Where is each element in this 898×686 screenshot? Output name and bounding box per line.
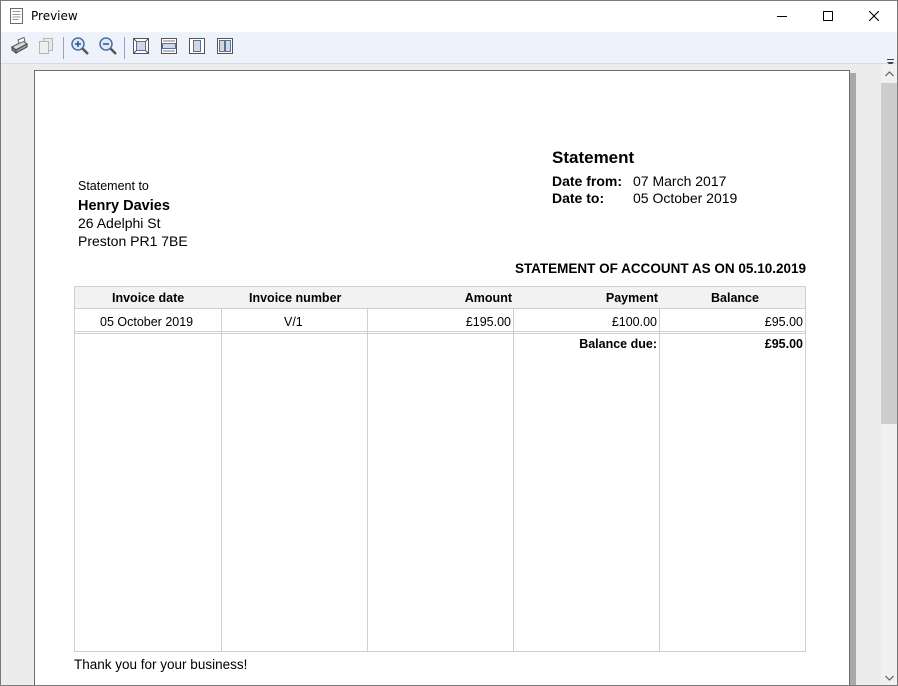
toolbar-separator <box>124 37 125 59</box>
title-bar: Preview <box>1 1 897 32</box>
vertical-scrollbar[interactable] <box>881 64 897 686</box>
cell-amount: £195.00 <box>465 315 511 329</box>
zoom-out-button[interactable] <box>97 36 119 61</box>
copy-icon <box>37 37 55 60</box>
single-page-button[interactable] <box>186 37 208 59</box>
window-title: Preview <box>31 9 78 23</box>
fit-page-width-button[interactable] <box>158 37 180 59</box>
cell-balance: £95.00 <box>764 315 803 329</box>
scrollbar-thumb[interactable] <box>881 83 897 424</box>
column-header-balance: Balance <box>711 291 759 305</box>
zoom-in-button[interactable] <box>69 36 91 61</box>
print-button[interactable] <box>8 36 30 60</box>
chevron-down-icon <box>885 668 894 686</box>
cell-payment: £100.00 <box>611 315 657 329</box>
row-divider <box>75 331 805 332</box>
table-header: Invoice date Invoice number Amount Payme… <box>75 287 805 309</box>
minimize-icon <box>777 8 787 26</box>
customer-address-line2: Preston PR1 7BE <box>78 233 188 249</box>
column-divider <box>513 309 514 651</box>
statement-to-label: Statement to <box>78 179 149 193</box>
zoom-in-icon <box>70 36 90 61</box>
row-divider <box>75 333 805 334</box>
statement-heading: STATEMENT OF ACCOUNT AS ON 05.10.2019 <box>514 261 806 276</box>
toolbar-overflow-icon[interactable] <box>886 54 895 66</box>
zoom-out-icon <box>98 36 118 61</box>
fit-whole-page-button[interactable] <box>130 37 152 59</box>
maximize-icon <box>823 8 833 26</box>
date-to-value: 05 October 2019 <box>633 190 738 206</box>
balance-due-value: £95.00 <box>764 337 803 351</box>
column-header-invoice-date: Invoice date <box>112 291 185 305</box>
statement-page: Statement Date from: 07 March 2017 Date … <box>34 70 850 685</box>
fit-width-icon <box>160 37 178 60</box>
date-to-label: Date to: <box>552 190 605 206</box>
fit-page-icon <box>132 37 150 60</box>
document-preview-icon <box>10 8 23 24</box>
column-header-amount: Amount <box>464 291 512 305</box>
maximize-button[interactable] <box>805 1 851 32</box>
toolbar-separator <box>63 37 64 59</box>
cell-invoice-date: 05 October 2019 <box>100 315 194 329</box>
customer-name: Henry Davies <box>78 198 170 214</box>
scroll-down-button[interactable] <box>881 668 897 686</box>
column-divider <box>221 309 222 651</box>
balance-due-label: Balance due: <box>579 337 657 351</box>
preview-area[interactable]: Statement Date from: 07 March 2017 Date … <box>1 64 881 685</box>
scroll-up-button[interactable] <box>881 64 897 82</box>
single-page-icon <box>188 37 206 60</box>
date-from-label: Date from: <box>552 173 623 189</box>
toolbar <box>1 32 897 66</box>
close-button[interactable] <box>851 1 897 32</box>
customer-address-line1: 26 Adelphi St <box>78 215 161 231</box>
cell-invoice-number: V/1 <box>284 315 303 329</box>
column-divider <box>367 309 368 651</box>
preview-window: Preview Statement Date from: 07 March 20… <box>0 0 898 686</box>
column-divider <box>659 309 660 651</box>
date-from-value: 07 March 2017 <box>633 173 727 189</box>
close-icon <box>868 8 880 26</box>
two-pages-button[interactable] <box>214 37 236 59</box>
invoice-table: Invoice date Invoice number Amount Payme… <box>74 286 806 652</box>
minimize-button[interactable] <box>759 1 805 32</box>
copy-button[interactable] <box>35 37 57 59</box>
statement-title: Statement <box>552 148 635 167</box>
column-header-payment: Payment <box>605 291 658 305</box>
column-header-invoice-number: Invoice number <box>249 291 342 305</box>
printer-icon <box>9 36 29 60</box>
two-pages-icon <box>216 37 234 60</box>
footer-text: Thank you for your business! <box>74 657 248 672</box>
chevron-up-icon <box>885 64 894 82</box>
